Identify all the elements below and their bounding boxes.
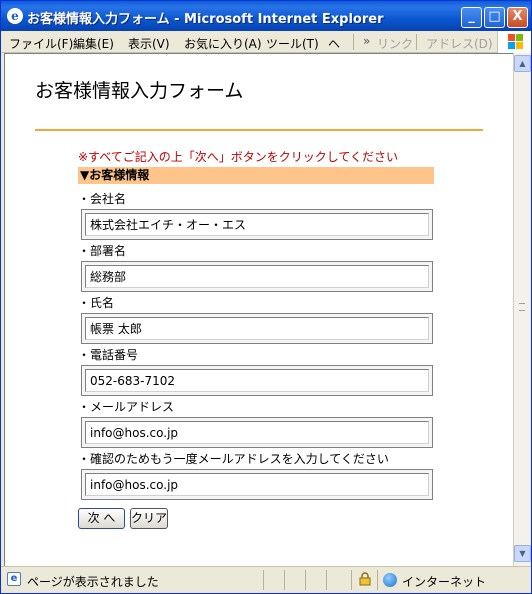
title-bar[interactable]: e お客様情報入力フォーム - Microsoft Internet Explo…	[1, 1, 531, 31]
page-title: お客様情報入力フォーム	[35, 80, 244, 102]
full-name-input[interactable]	[85, 317, 429, 340]
phone-field	[81, 365, 433, 396]
status-pane-divider	[305, 570, 306, 590]
maximize-button[interactable]: □	[484, 7, 505, 28]
phone-input[interactable]	[85, 369, 429, 392]
minimize-icon: _	[468, 9, 475, 24]
menu-favorites[interactable]: お気に入り(A)	[184, 35, 262, 52]
email-confirm-input[interactable]	[85, 473, 429, 496]
section-header: ▼お客様情報	[78, 167, 434, 184]
windows-logo-blue	[508, 42, 515, 49]
close-icon: X	[512, 9, 523, 24]
vertical-scrollbar[interactable]: ▲ ▼	[513, 53, 531, 566]
email-confirm-label: ・確認のためもう一度メールアドレスを入力してください	[78, 452, 389, 466]
full-name-field	[81, 313, 433, 344]
menu-edit[interactable]: 編集(E)	[73, 35, 114, 52]
email-label: ・メールアドレス	[78, 400, 175, 414]
status-pane-divider	[351, 570, 352, 590]
clear-button[interactable]: クリア	[130, 508, 168, 529]
full-name-label: ・氏名	[78, 296, 115, 310]
ie-icon: e	[7, 8, 23, 24]
lock-icon	[359, 572, 371, 586]
email-input[interactable]	[85, 421, 429, 444]
window-title: お客様情報入力フォーム - Microsoft Internet Explore…	[27, 12, 384, 27]
scroll-down-icon[interactable]: ▼	[514, 545, 531, 562]
email-confirm-field	[81, 469, 433, 500]
minimize-button[interactable]: _	[461, 7, 482, 28]
address-bar-label[interactable]: アドレス(D)	[426, 35, 493, 52]
browser-window: e お客様情報入力フォーム - Microsoft Internet Explo…	[0, 0, 532, 594]
company-name-field	[81, 209, 433, 240]
maximize-icon: □	[488, 9, 501, 24]
department-field	[81, 261, 433, 292]
company-name-input[interactable]	[85, 213, 429, 236]
instruction-notice: ※すべてご記入の上「次へ」ボタンをクリックしてください	[78, 150, 399, 164]
next-button[interactable]: 次 へ	[78, 508, 125, 529]
windows-logo-yellow	[516, 42, 523, 49]
title-divider	[35, 129, 483, 131]
scroll-grip	[519, 303, 525, 311]
status-text: ページが表示されました	[27, 575, 159, 589]
scroll-up-icon[interactable]: ▲	[514, 55, 531, 72]
company-name-label: ・会社名	[78, 192, 127, 206]
page-viewport: お客様情報入力フォーム ※すべてご記入の上「次へ」ボタンをクリックしてください …	[4, 53, 513, 566]
status-pane-divider	[263, 570, 264, 590]
menu-help[interactable]: ヘ	[328, 35, 340, 52]
menu-separator	[416, 34, 417, 50]
menu-view[interactable]: 表示(V)	[128, 35, 170, 52]
chevron-icon[interactable]: »	[363, 34, 370, 48]
status-pane-divider	[284, 570, 285, 590]
status-bar: e ページが表示されました インターネット	[1, 566, 531, 593]
department-label: ・部署名	[78, 244, 127, 258]
windows-logo-red	[508, 34, 515, 41]
close-button[interactable]: X	[507, 7, 528, 28]
status-pane-divider	[377, 570, 378, 590]
department-input[interactable]	[85, 265, 429, 288]
page-icon: e	[7, 572, 21, 586]
menu-bar: ファイル(F) 編集(E) 表示(V) お気に入り(A) ツール(T) ヘ » …	[1, 31, 531, 53]
menu-tools[interactable]: ツール(T)	[266, 35, 319, 52]
security-zone-text: インターネット	[402, 575, 487, 589]
phone-label: ・電話番号	[78, 348, 139, 362]
internet-zone-icon	[383, 573, 397, 587]
links-toolbar-label[interactable]: リンク	[377, 35, 413, 52]
windows-logo-green	[516, 34, 523, 41]
email-field	[81, 417, 433, 448]
menu-separator	[353, 34, 354, 50]
windows-logo-icon	[497, 31, 531, 53]
menu-file[interactable]: ファイル(F)	[9, 35, 73, 52]
status-pane-divider	[326, 570, 327, 590]
